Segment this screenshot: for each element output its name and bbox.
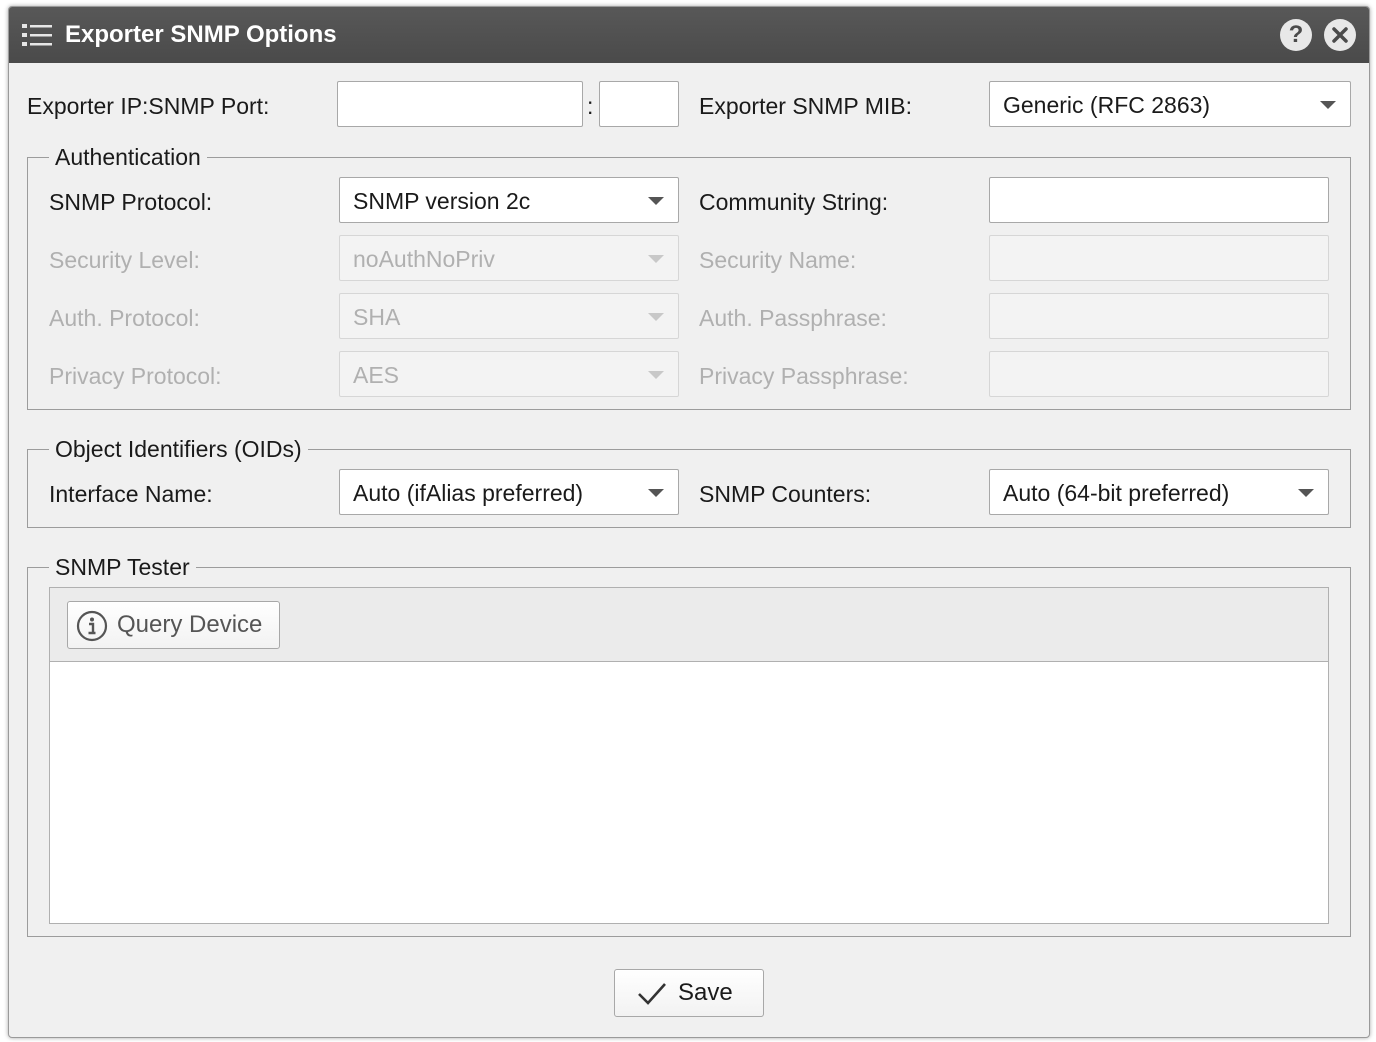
security-level-select: noAuthNoPriv: [339, 235, 679, 281]
chevron-down-icon: [648, 197, 664, 205]
exporter-port-input[interactable]: [599, 81, 679, 127]
privacy-protocol-select: AES: [339, 351, 679, 397]
auth-protocol-value: SHA: [353, 304, 401, 330]
auth-protocol-select: SHA: [339, 293, 679, 339]
auth-protocol-label: Auth. Protocol:: [49, 305, 200, 331]
info-icon: [76, 610, 108, 642]
checkmark-icon: [638, 983, 666, 1005]
snmp-protocol-select[interactable]: SNMP version 2c: [339, 177, 679, 223]
auth-passphrase-label: Auth. Passphrase:: [699, 305, 887, 331]
close-icon: [1332, 27, 1348, 43]
exporter-mib-select[interactable]: Generic (RFC 2863): [989, 81, 1351, 127]
snmp-counters-select[interactable]: Auto (64-bit preferred): [989, 469, 1329, 515]
chevron-down-icon: [1298, 489, 1314, 497]
tester-output-area[interactable]: [49, 661, 1329, 924]
help-button[interactable]: ?: [1280, 19, 1312, 51]
security-name-input: [989, 235, 1329, 281]
interface-name-select[interactable]: Auto (ifAlias preferred): [339, 469, 679, 515]
window-title: Exporter SNMP Options: [65, 21, 337, 48]
chevron-down-icon: [1320, 101, 1336, 109]
oids-legend: Object Identifiers (OIDs): [49, 435, 308, 463]
snmp-options-dialog: Exporter SNMP Options ? Exporter IP:SNMP…: [8, 6, 1370, 1038]
list-icon: [21, 21, 53, 49]
query-device-label: Query Device: [117, 611, 263, 638]
save-button[interactable]: Save: [614, 969, 764, 1017]
privacy-passphrase-input: [989, 351, 1329, 397]
chevron-down-icon: [648, 371, 664, 379]
save-label: Save: [678, 979, 733, 1006]
snmp-counters-value: Auto (64-bit preferred): [1003, 480, 1230, 506]
interface-name-label: Interface Name:: [49, 481, 213, 507]
snmp-tester-legend: SNMP Tester: [49, 553, 196, 581]
security-level-label: Security Level:: [49, 247, 200, 273]
auth-passphrase-input: [989, 293, 1329, 339]
community-string-input[interactable]: [989, 177, 1329, 223]
snmp-protocol-label: SNMP Protocol:: [49, 189, 213, 215]
security-level-value: noAuthNoPriv: [353, 246, 495, 272]
snmp-counters-label: SNMP Counters:: [699, 481, 872, 507]
chevron-down-icon: [648, 255, 664, 263]
ip-port-separator: :: [587, 93, 594, 119]
exporter-ip-port-label: Exporter IP:SNMP Port:: [27, 93, 270, 119]
security-name-label: Security Name:: [699, 247, 857, 273]
close-button[interactable]: [1324, 19, 1356, 51]
exporter-mib-label: Exporter SNMP MIB:: [699, 93, 913, 119]
privacy-passphrase-label: Privacy Passphrase:: [699, 363, 909, 389]
help-icon: ?: [1288, 21, 1304, 48]
snmp-protocol-value: SNMP version 2c: [353, 188, 531, 214]
exporter-mib-value: Generic (RFC 2863): [1003, 92, 1211, 118]
query-device-button[interactable]: Query Device: [67, 601, 280, 649]
privacy-protocol-label: Privacy Protocol:: [49, 363, 222, 389]
community-string-label: Community String:: [699, 189, 889, 215]
authentication-legend: Authentication: [49, 143, 207, 171]
title-bar[interactable]: Exporter SNMP Options ?: [9, 7, 1369, 63]
interface-name-value: Auto (ifAlias preferred): [353, 480, 584, 506]
chevron-down-icon: [648, 489, 664, 497]
exporter-ip-input[interactable]: [337, 81, 583, 127]
chevron-down-icon: [648, 313, 664, 321]
privacy-protocol-value: AES: [353, 362, 400, 388]
